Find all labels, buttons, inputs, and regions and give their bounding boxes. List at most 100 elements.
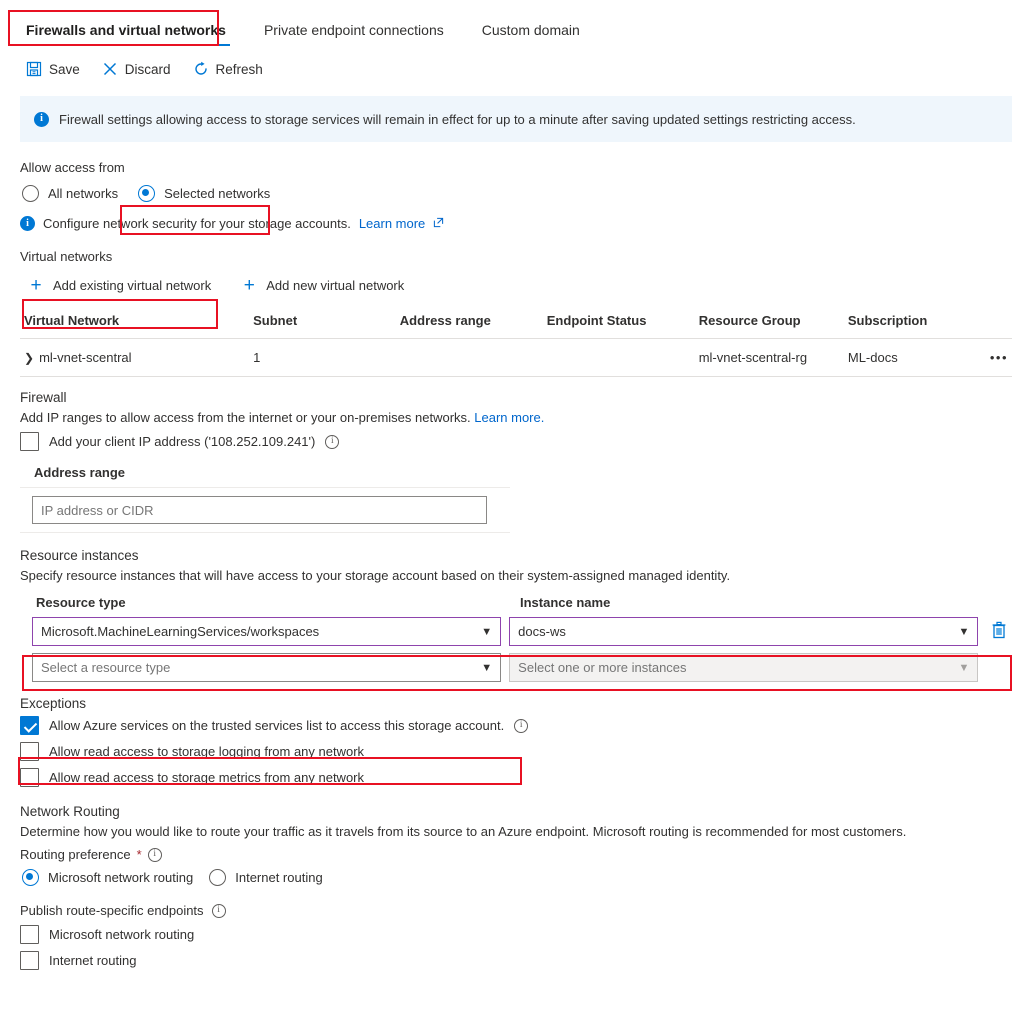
radio-selected-networks[interactable]: Selected networks — [126, 181, 278, 206]
radio-indicator — [22, 869, 39, 886]
resource-instances-heading: Resource instances — [20, 548, 139, 563]
radio-label: Microsoft network routing — [48, 870, 194, 885]
add-existing-virtual-network-button[interactable]: + Add existing virtual network — [20, 270, 221, 301]
checkbox-indicator — [20, 951, 39, 970]
instance-name-dropdown-2: Select one or more instances ▼ — [509, 653, 979, 682]
radio-label: Selected networks — [164, 186, 271, 201]
cell-subnet: 1 — [249, 338, 396, 377]
network-security-note-text: Configure network security for your stor… — [43, 216, 351, 231]
address-range-group: Address range — [20, 465, 1012, 480]
exception-allow-trusted-services[interactable]: Allow Azure services on the trusted serv… — [20, 716, 1012, 735]
exception-label-0: Allow Azure services on the trusted serv… — [49, 718, 505, 733]
chevron-right-icon[interactable]: ❯ — [24, 351, 34, 365]
table-row[interactable]: ❯ ml-vnet-scentral 1 ml-vnet-scentral-rg … — [20, 338, 1012, 377]
discard-button[interactable]: Discard — [102, 61, 171, 77]
allow-access-from-radio-group: All networks Selected networks — [20, 181, 1012, 206]
radio-internet-routing[interactable]: Internet routing — [207, 865, 330, 890]
add-new-virtual-network-button[interactable]: + Add new virtual network — [233, 270, 414, 301]
exception-label-1: Allow read access to storage logging fro… — [49, 744, 365, 759]
radio-microsoft-network-routing[interactable]: Microsoft network routing — [20, 865, 201, 890]
table-header-row: Virtual Network Subnet Address range End… — [20, 309, 1012, 339]
trash-icon — [991, 621, 1007, 642]
resource-instances-grid: Microsoft.MachineLearningServices/worksp… — [20, 617, 1012, 682]
exception-label-2: Allow read access to storage metrics fro… — [49, 770, 365, 785]
save-label: Save — [49, 61, 80, 77]
instance-name-dropdown-1[interactable]: docs-ws ▼ — [509, 617, 979, 646]
exceptions-heading: Exceptions — [20, 696, 87, 711]
tab-label: Custom domain — [481, 22, 580, 38]
chevron-down-icon: ▼ — [481, 625, 493, 638]
tab-custom-domain[interactable]: Custom domain — [476, 20, 586, 48]
resource-type-dropdown-2[interactable]: Select a resource type ▼ — [32, 653, 502, 682]
add-existing-virtual-network-label: Add existing virtual network — [53, 278, 212, 293]
tab-label: Firewalls and virtual networks — [26, 22, 226, 38]
chevron-down-icon: ▼ — [481, 661, 493, 674]
tab-label: Private endpoint connections — [263, 22, 444, 38]
column-header-subscription: Subscription — [843, 309, 973, 339]
chevron-down-icon: ▼ — [958, 625, 970, 638]
refresh-button[interactable]: Refresh — [193, 61, 263, 77]
info-banner-text: Firewall settings allowing access to sto… — [59, 111, 856, 127]
info-icon[interactable]: i — [514, 718, 529, 733]
radio-indicator — [138, 185, 156, 202]
resource-instance-row-2: Select a resource type ▼ Select one or m… — [20, 653, 1012, 682]
external-link-icon — [433, 216, 444, 231]
delete-resource-instance-button-1[interactable] — [986, 621, 1012, 642]
row-context-menu-button[interactable]: ••• — [972, 338, 1012, 377]
instance-name-value-1: docs-ws — [518, 624, 566, 639]
routing-preference-radio-group: Microsoft network routing Internet routi… — [20, 865, 1012, 890]
column-header-resource-group: Resource Group — [694, 309, 844, 339]
info-banner: i Firewall settings allowing access to s… — [20, 96, 1012, 142]
info-icon[interactable]: i — [147, 847, 162, 862]
divider-bottom — [20, 532, 510, 533]
column-header-endpoint-status: Endpoint Status — [542, 309, 695, 339]
tab-private-endpoint-connections[interactable]: Private endpoint connections — [258, 20, 450, 48]
network-security-note: i Configure network security for your st… — [20, 216, 1012, 231]
firewall-description: Add IP ranges to allow access from the i… — [20, 410, 1012, 425]
column-header-actions — [972, 309, 1012, 339]
save-icon — [26, 61, 42, 77]
tab-firewalls-and-virtual-networks[interactable]: Firewalls and virtual networks — [20, 20, 232, 48]
exception-allow-logging-read[interactable]: Allow read access to storage logging fro… — [20, 742, 1012, 761]
column-header-instance-name: Instance name — [520, 595, 611, 610]
radio-indicator — [209, 869, 227, 886]
address-range-input[interactable] — [32, 496, 487, 524]
instance-name-placeholder-2: Select one or more instances — [518, 660, 687, 675]
publish-option-label-0: Microsoft network routing — [49, 927, 195, 942]
info-icon: i — [34, 111, 49, 127]
checkbox-indicator — [20, 716, 39, 735]
radio-indicator — [22, 185, 39, 202]
discard-label: Discard — [124, 61, 171, 77]
refresh-label: Refresh — [215, 61, 263, 77]
network-routing-description: Determine how you would like to route yo… — [20, 824, 907, 839]
info-icon[interactable]: i — [211, 903, 226, 918]
publish-internet-routing-checkbox[interactable]: Internet routing — [20, 951, 1012, 970]
plus-icon: + — [30, 275, 42, 296]
cell-address-range — [395, 338, 543, 377]
cell-virtual-network-text: ml-vnet-scentral — [39, 350, 132, 365]
info-icon[interactable]: i — [325, 434, 340, 449]
info-icon: i — [20, 216, 35, 231]
publish-microsoft-network-routing-checkbox[interactable]: Microsoft network routing — [20, 925, 1012, 944]
column-header-virtual-network: Virtual Network — [20, 309, 250, 339]
learn-more-link[interactable]: Learn more — [359, 216, 425, 231]
checkbox-indicator — [20, 742, 39, 761]
add-client-ip-label: Add your client IP address ('108.252.109… — [49, 434, 316, 449]
virtual-networks-table: Virtual Network Subnet Address range End… — [20, 309, 1012, 377]
resource-instances-column-headers: Resource type Instance name — [20, 595, 1012, 610]
publish-option-label-1: Internet routing — [49, 953, 137, 968]
publish-endpoints-label: Publish route-specific endpoints — [20, 903, 204, 918]
allow-access-from-label: Allow access from — [20, 160, 125, 175]
radio-all-networks[interactable]: All networks — [20, 181, 126, 206]
resource-type-dropdown-1[interactable]: Microsoft.MachineLearningServices/worksp… — [32, 617, 502, 646]
save-button[interactable]: Save — [26, 61, 80, 77]
add-client-ip-checkbox[interactable]: Add your client IP address ('108.252.109… — [20, 432, 1012, 451]
exception-allow-metrics-read[interactable]: Allow read access to storage metrics fro… — [20, 768, 1012, 787]
refresh-icon — [193, 61, 209, 77]
cell-endpoint-status — [542, 338, 695, 377]
resource-type-value-1: Microsoft.MachineLearningServices/worksp… — [41, 624, 320, 639]
checkbox-indicator — [20, 768, 39, 787]
command-bar: Save Discard Refresh — [0, 48, 1032, 90]
firewall-learn-more-link[interactable]: Learn more. — [474, 410, 544, 425]
close-icon — [102, 61, 118, 77]
